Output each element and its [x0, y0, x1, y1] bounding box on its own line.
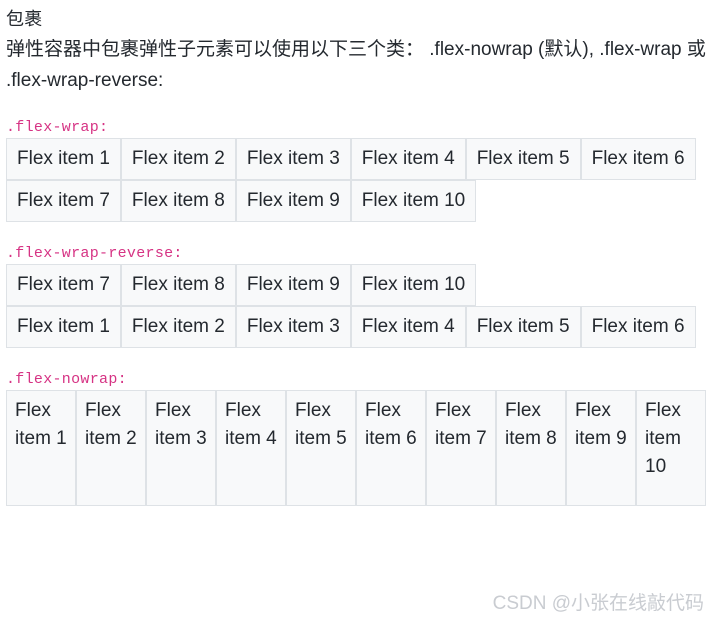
flex-item: Flex item 2	[120, 138, 236, 180]
code-label-flex-wrap: .flex-wrap:	[6, 119, 109, 136]
flex-wrap-reverse-container: Flex item 1 Flex item 2 Flex item 3 Flex it…	[6, 264, 706, 348]
csdn-watermark: CSDN @小张在线敲代码	[492, 593, 704, 614]
flex-nowrap-demo: .flex-nowrap: Flex item 1 Flex item 2 Flex…	[6, 370, 710, 506]
flex-item: Flex item 9	[235, 180, 351, 222]
flex-item: Flex item 6	[580, 306, 696, 348]
flex-item: Flex item 4	[216, 390, 286, 506]
code-label-flex-nowrap: .flex-nowrap:	[6, 371, 127, 388]
flex-wrap-reverse-demo: .flex-wrap-reverse: Flex item 1 Flex item…	[6, 244, 710, 348]
flex-item: Flex item 10	[350, 264, 477, 306]
flex-item: Flex item 4	[350, 138, 466, 180]
flex-item: Flex item 10	[350, 180, 477, 222]
flex-item: Flex item 8	[120, 264, 236, 306]
flex-item: Flex item 5	[465, 138, 581, 180]
flex-item: Flex item 4	[350, 306, 466, 348]
intro-paragraph: 弹性容器中包裹弹性子元素可以使用以下三个类： .flex-nowrap (默认)…	[6, 39, 706, 91]
flex-item: Flex item 7	[6, 264, 121, 306]
flex-item: Flex item 8	[496, 390, 566, 506]
flex-item: Flex item 5	[286, 390, 356, 506]
flex-wrap-demo: .flex-wrap: Flex item 1 Flex item 2 Flex i…	[6, 118, 710, 222]
flex-item: Flex item 3	[235, 138, 351, 180]
flex-item: Flex item 6	[580, 138, 696, 180]
page-title: 包裹	[6, 9, 43, 29]
flex-item: Flex item 7	[6, 180, 121, 222]
flex-item: Flex item 10	[636, 390, 706, 506]
flex-nowrap-container: Flex item 1 Flex item 2 Flex item 3 Flex it…	[6, 390, 706, 506]
flex-item: Flex item 1	[6, 390, 76, 506]
flex-wrap-container: Flex item 1 Flex item 2 Flex item 3 Flex it…	[6, 138, 706, 222]
flex-item: Flex item 9	[235, 264, 351, 306]
flex-item: Flex item 5	[465, 306, 581, 348]
flex-item: Flex item 7	[426, 390, 496, 506]
document-body: 包裹 弹性容器中包裹弹性子元素可以使用以下三个类： .flex-nowrap (…	[0, 0, 716, 506]
flex-item: Flex item 8	[120, 180, 236, 222]
flex-item: Flex item 2	[76, 390, 146, 506]
flex-item: Flex item 2	[120, 306, 236, 348]
flex-item: Flex item 1	[6, 138, 121, 180]
flex-item: Flex item 3	[235, 306, 351, 348]
flex-item: Flex item 9	[566, 390, 636, 506]
flex-item: Flex item 1	[6, 306, 121, 348]
code-label-flex-wrap-reverse: .flex-wrap-reverse:	[6, 245, 183, 262]
flex-item: Flex item 3	[146, 390, 216, 506]
flex-item: Flex item 6	[356, 390, 426, 506]
